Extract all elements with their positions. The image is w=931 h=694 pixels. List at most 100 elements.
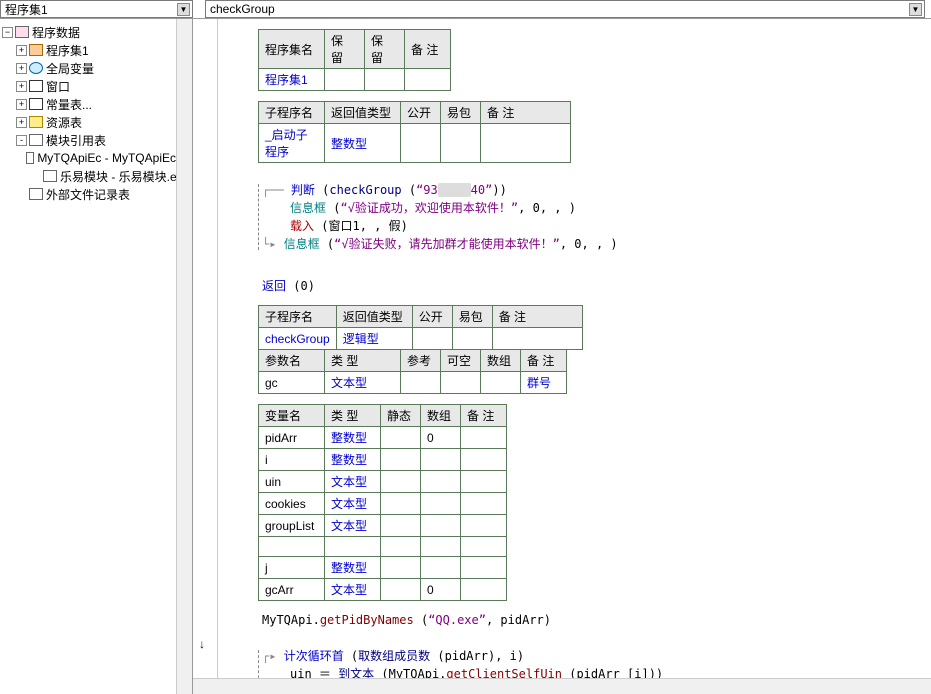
cell[interactable] [381,579,421,601]
cell[interactable] [421,515,461,537]
sidebar-scrollbar[interactable] [176,19,192,694]
cell[interactable] [441,372,481,394]
combo-assembly[interactable]: 程序集1 ▼ [0,0,193,18]
cell[interactable]: groupList [259,515,325,537]
cell[interactable] [381,471,421,493]
horizontal-scrollbar[interactable] [193,678,931,694]
tree-item[interactable]: 乐易模块 - 乐易模块.ec [2,167,192,185]
cell[interactable] [401,124,441,163]
cell[interactable] [381,427,421,449]
tree-item[interactable]: +全局变量 [2,59,192,77]
cell[interactable] [325,69,365,91]
cell[interactable] [381,515,421,537]
cell[interactable]: 文本型 [325,579,381,601]
cell[interactable]: 0 [421,427,461,449]
cell[interactable]: checkGroup [259,328,337,350]
cell[interactable]: 群号 [521,372,567,394]
cell[interactable] [461,579,507,601]
cell[interactable]: 整数型 [325,557,381,579]
tree-toggle-icon[interactable]: + [16,99,27,110]
table-row[interactable]: cookies文本型 [259,493,507,515]
cell[interactable] [401,372,441,394]
tree-toggle-icon[interactable]: + [16,81,27,92]
table-row[interactable]: i整数型 [259,449,507,471]
cell[interactable] [461,471,507,493]
cell[interactable] [412,328,452,350]
table-row[interactable]: j整数型 [259,557,507,579]
chevron-down-icon[interactable]: ▼ [909,3,922,16]
cell[interactable]: 文本型 [325,471,381,493]
cell[interactable]: i [259,449,325,471]
cell[interactable]: uin [259,471,325,493]
cell[interactable] [461,493,507,515]
cell[interactable] [421,471,461,493]
cell[interactable] [421,449,461,471]
code-editor[interactable]: 程序集名 保 留 保 留 备 注 程序集1 子程序名 返回值类型 公开 易包 备… [218,19,931,694]
table-row[interactable]: groupList文本型 [259,515,507,537]
table-row[interactable]: pidArr整数型 0 [259,427,507,449]
tree-item[interactable]: +资源表 [2,113,192,131]
cell[interactable] [325,537,381,557]
cell[interactable] [461,449,507,471]
cell[interactable]: 文本型 [325,493,381,515]
table-row[interactable]: _启动子程序 整数型 [259,124,571,163]
cell[interactable] [381,449,421,471]
cell[interactable]: pidArr [259,427,325,449]
cell[interactable] [381,537,421,557]
tree-item[interactable]: -模块引用表 [2,131,192,149]
cell[interactable]: 0 [421,579,461,601]
cell[interactable]: 逻辑型 [336,328,412,350]
cell[interactable] [492,328,582,350]
cell[interactable] [421,493,461,515]
cell[interactable] [461,557,507,579]
table-row[interactable]: 程序集1 [259,69,451,91]
cell[interactable] [461,537,507,557]
cell[interactable] [481,372,521,394]
return-line[interactable]: 返回 (0) [258,277,931,295]
tree-item[interactable]: +常量表... [2,95,192,113]
tree-item-label: 外部文件记录表 [46,186,130,203]
cell[interactable]: cookies [259,493,325,515]
tree-toggle-icon[interactable]: + [16,45,27,56]
cell[interactable]: j [259,557,325,579]
tree-toggle-icon[interactable]: − [2,27,13,38]
tree-item[interactable]: MyTQApiEc - MyTQApiEc.ec [2,149,192,167]
cell[interactable]: 文本型 [325,372,401,394]
table-row[interactable]: gcArr文本型 0 [259,579,507,601]
cell[interactable]: 整数型 [325,449,381,471]
cell[interactable] [461,427,507,449]
combo-subroutine[interactable]: checkGroup ▼ [205,0,925,18]
cell[interactable]: 整数型 [325,124,401,163]
cell[interactable]: _启动子程序 [259,124,325,163]
cell[interactable]: 整数型 [325,427,381,449]
table-row[interactable]: gc 文本型 群号 [259,372,567,394]
cell[interactable]: gc [259,372,325,394]
cell[interactable] [421,537,461,557]
table-row[interactable]: uin文本型 [259,471,507,493]
cell[interactable] [441,124,481,163]
cell[interactable] [259,537,325,557]
cell[interactable] [452,328,492,350]
tree-toggle-icon[interactable]: + [16,63,27,74]
cell[interactable] [421,557,461,579]
cell[interactable]: 程序集1 [259,69,325,91]
cell[interactable] [405,69,451,91]
table-row[interactable] [259,537,507,557]
cell[interactable]: 文本型 [325,515,381,537]
tree-item[interactable]: 外部文件记录表 [2,185,192,203]
chevron-down-icon[interactable]: ▼ [177,3,190,16]
tree-toggle-icon[interactable]: - [16,135,27,146]
code-block-1[interactable]: ┌── 判断 (checkGroup (“93xxxx40”)) 信息框 (“√… [258,181,931,253]
cell[interactable] [481,124,571,163]
cell[interactable] [381,557,421,579]
tree-toggle-icon[interactable]: + [16,117,27,128]
tree-item[interactable]: +窗口 [2,77,192,95]
cell[interactable] [461,515,507,537]
code-line-getpid[interactable]: MyTQApi.getPidByNames (“QQ.exe”, pidArr) [258,611,931,629]
tree-root[interactable]: − 程序数据 [2,23,192,41]
cell[interactable] [365,69,405,91]
table-row[interactable]: checkGroup 逻辑型 [259,328,583,350]
cell[interactable] [381,493,421,515]
tree-item[interactable]: +程序集1 [2,41,192,59]
cell[interactable]: gcArr [259,579,325,601]
